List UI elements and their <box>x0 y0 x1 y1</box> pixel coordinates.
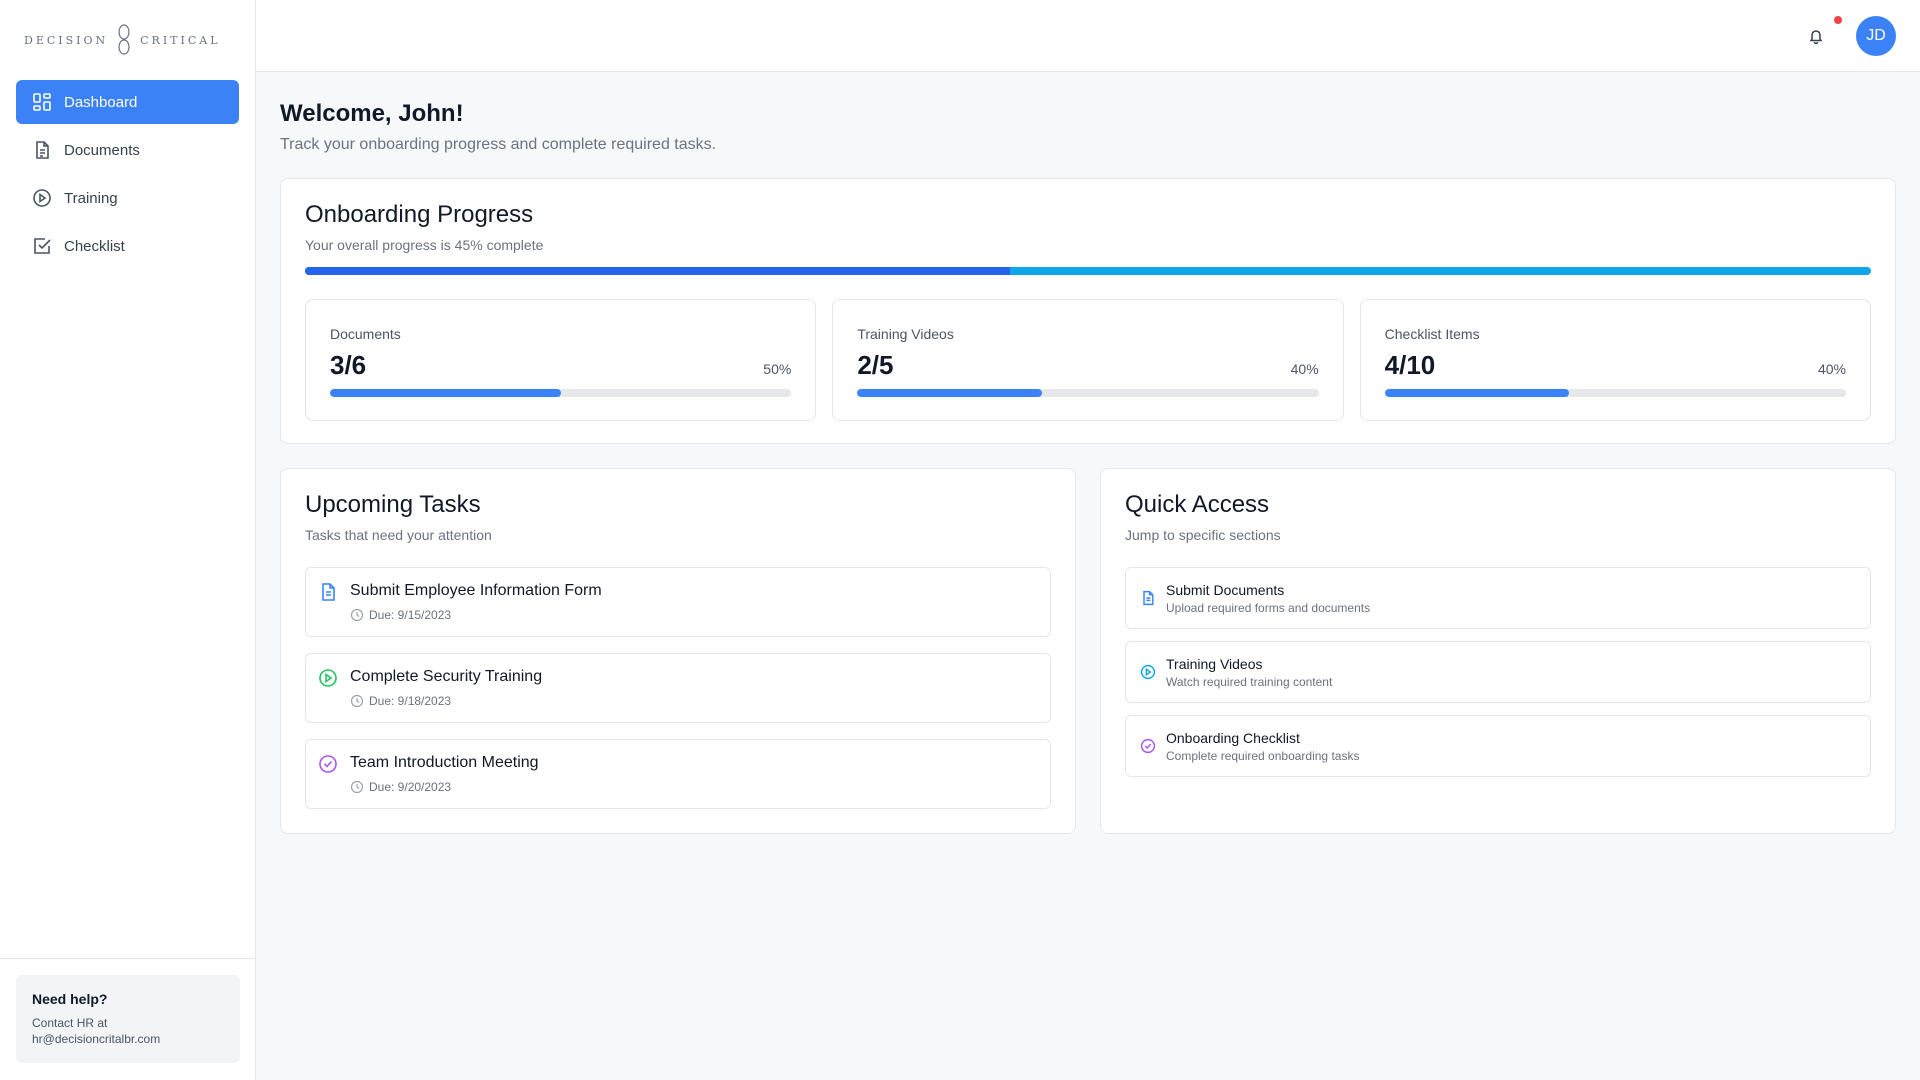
quick-access-subtitle: Jump to specific sections <box>1125 527 1281 543</box>
quick-access-submit-documents[interactable]: Submit Documents Upload required forms a… <box>1125 567 1871 629</box>
tasks-title: Upcoming Tasks <box>305 491 481 518</box>
brand-right-text: CRITICAL <box>140 33 221 47</box>
quick-access-training-videos[interactable]: Training Videos Watch required training … <box>1125 641 1871 703</box>
logo-mark-icon <box>116 23 132 57</box>
task-due-date: Due: 9/15/2023 <box>369 608 452 622</box>
sidebar: DECISION CRITICAL Dashboard Documents Tr… <box>0 0 256 1080</box>
document-icon <box>1140 590 1156 606</box>
quick-access-item-title: Training Videos <box>1166 656 1263 672</box>
quick-access-title: Quick Access <box>1125 491 1270 518</box>
lower-panels: Upcoming Tasks Tasks that need your atte… <box>280 468 1896 834</box>
overall-progress-bar <box>305 267 1871 275</box>
notification-dot <box>1834 16 1842 24</box>
stat-progress-bar <box>1384 389 1846 397</box>
tasks-subtitle: Tasks that need your attention <box>305 527 492 543</box>
quick-access-item-title: Submit Documents <box>1166 582 1285 598</box>
stat-label: Documents <box>330 326 401 342</box>
clock-icon <box>350 694 364 708</box>
sidebar-footer: Need help? Contact HR at hr@decisioncrit… <box>0 958 256 1080</box>
avatar[interactable]: JD <box>1856 16 1896 56</box>
sidebar-item-label: Dashboard <box>64 93 138 111</box>
upcoming-tasks-card: Upcoming Tasks Tasks that need your atte… <box>280 468 1076 834</box>
stat-documents: Documents 3/6 50% <box>305 299 817 421</box>
quick-access-card: Quick Access Jump to specific sections S… <box>1100 468 1896 834</box>
task-item[interactable]: Complete Security Training Due: 9/18/202… <box>305 653 1051 723</box>
page-subtitle: Track your onboarding progress and compl… <box>280 136 717 153</box>
brand-left-text: DECISION <box>24 33 109 47</box>
progress-title: Onboarding Progress <box>305 201 534 228</box>
sidebar-item-label: Checklist <box>64 237 125 255</box>
stat-progress-fill <box>1384 389 1570 397</box>
play-circle-icon <box>32 188 52 208</box>
overall-progress-fill <box>305 267 1010 275</box>
clock-icon <box>350 608 364 622</box>
play-circle-icon <box>1140 664 1156 680</box>
stat-progress-bar <box>857 389 1319 397</box>
stat-value: 3/6 <box>330 350 367 380</box>
sidebar-item-dashboard[interactable]: Dashboard <box>16 80 239 124</box>
quick-access-item-desc: Complete required onboarding tasks <box>1166 749 1360 763</box>
task-due-date: Due: 9/20/2023 <box>369 780 452 794</box>
stat-percent: 40% <box>1817 361 1846 377</box>
brand-logo[interactable]: DECISION CRITICAL <box>0 0 255 80</box>
stat-progress-bar <box>330 389 792 397</box>
sidebar-item-checklist[interactable]: Checklist <box>16 224 239 268</box>
stat-percent: 40% <box>1290 361 1319 377</box>
task-title: Submit Employee Information Form <box>350 582 602 599</box>
stat-progress-fill <box>857 389 1042 397</box>
quick-access-item-desc: Watch required training content <box>1166 675 1333 689</box>
clock-icon <box>350 780 364 794</box>
task-due-date: Due: 9/18/2023 <box>369 694 452 708</box>
dashboard-icon <box>32 92 52 112</box>
play-circle-icon <box>318 668 338 688</box>
sidebar-item-documents[interactable]: Documents <box>16 128 239 172</box>
stat-training-videos: Training Videos 2/5 40% <box>832 299 1344 421</box>
topbar: JD <box>256 0 1920 72</box>
sidebar-item-label: Training <box>64 189 118 207</box>
quick-access-item-title: Onboarding Checklist <box>1166 730 1300 746</box>
task-title: Team Introduction Meeting <box>350 754 539 771</box>
stat-label: Training Videos <box>857 326 954 342</box>
task-list: Submit Employee Information Form Due: 9/… <box>305 567 1051 809</box>
onboarding-progress-card: Onboarding Progress Your overall progres… <box>280 178 1896 444</box>
stat-label: Checklist Items <box>1384 326 1480 342</box>
sidebar-nav: Dashboard Documents Training Checklist <box>0 80 255 268</box>
stat-value: 2/5 <box>857 350 894 380</box>
quick-access-item-desc: Upload required forms and documents <box>1166 601 1371 615</box>
main-content: Welcome, John! Track your onboarding pro… <box>256 72 1920 858</box>
stat-value: 4/10 <box>1384 350 1436 380</box>
check-circle-icon <box>1140 738 1156 754</box>
sidebar-item-label: Documents <box>64 141 140 159</box>
document-icon <box>32 140 52 160</box>
task-title: Complete Security Training <box>350 668 543 685</box>
help-contact-text: Contact HR at hr@decisioncritalbr.com <box>32 1016 161 1046</box>
stat-progress-fill <box>330 389 561 397</box>
page-title: Welcome, John! <box>280 100 464 127</box>
document-icon <box>318 582 338 602</box>
task-item[interactable]: Submit Employee Information Form Due: 9/… <box>305 567 1051 637</box>
quick-access-list: Submit Documents Upload required forms a… <box>1125 567 1871 777</box>
stat-percent: 50% <box>763 361 792 377</box>
notification-bell-icon[interactable] <box>1804 24 1828 48</box>
quick-access-onboarding-checklist[interactable]: Onboarding Checklist Complete required o… <box>1125 715 1871 777</box>
progress-stats: Documents 3/6 50% Training Videos 2/5 40… <box>305 299 1871 421</box>
sidebar-item-training[interactable]: Training <box>16 176 239 220</box>
progress-subtitle: Your overall progress is 45% complete <box>305 237 544 253</box>
check-circle-icon <box>318 754 338 774</box>
stat-checklist-items: Checklist Items 4/10 40% <box>1359 299 1871 421</box>
help-box: Need help? Contact HR at hr@decisioncrit… <box>16 975 240 1063</box>
task-item[interactable]: Team Introduction Meeting Due: 9/20/2023 <box>305 739 1051 809</box>
help-title: Need help? <box>32 991 108 1007</box>
checkbox-icon <box>32 236 52 256</box>
